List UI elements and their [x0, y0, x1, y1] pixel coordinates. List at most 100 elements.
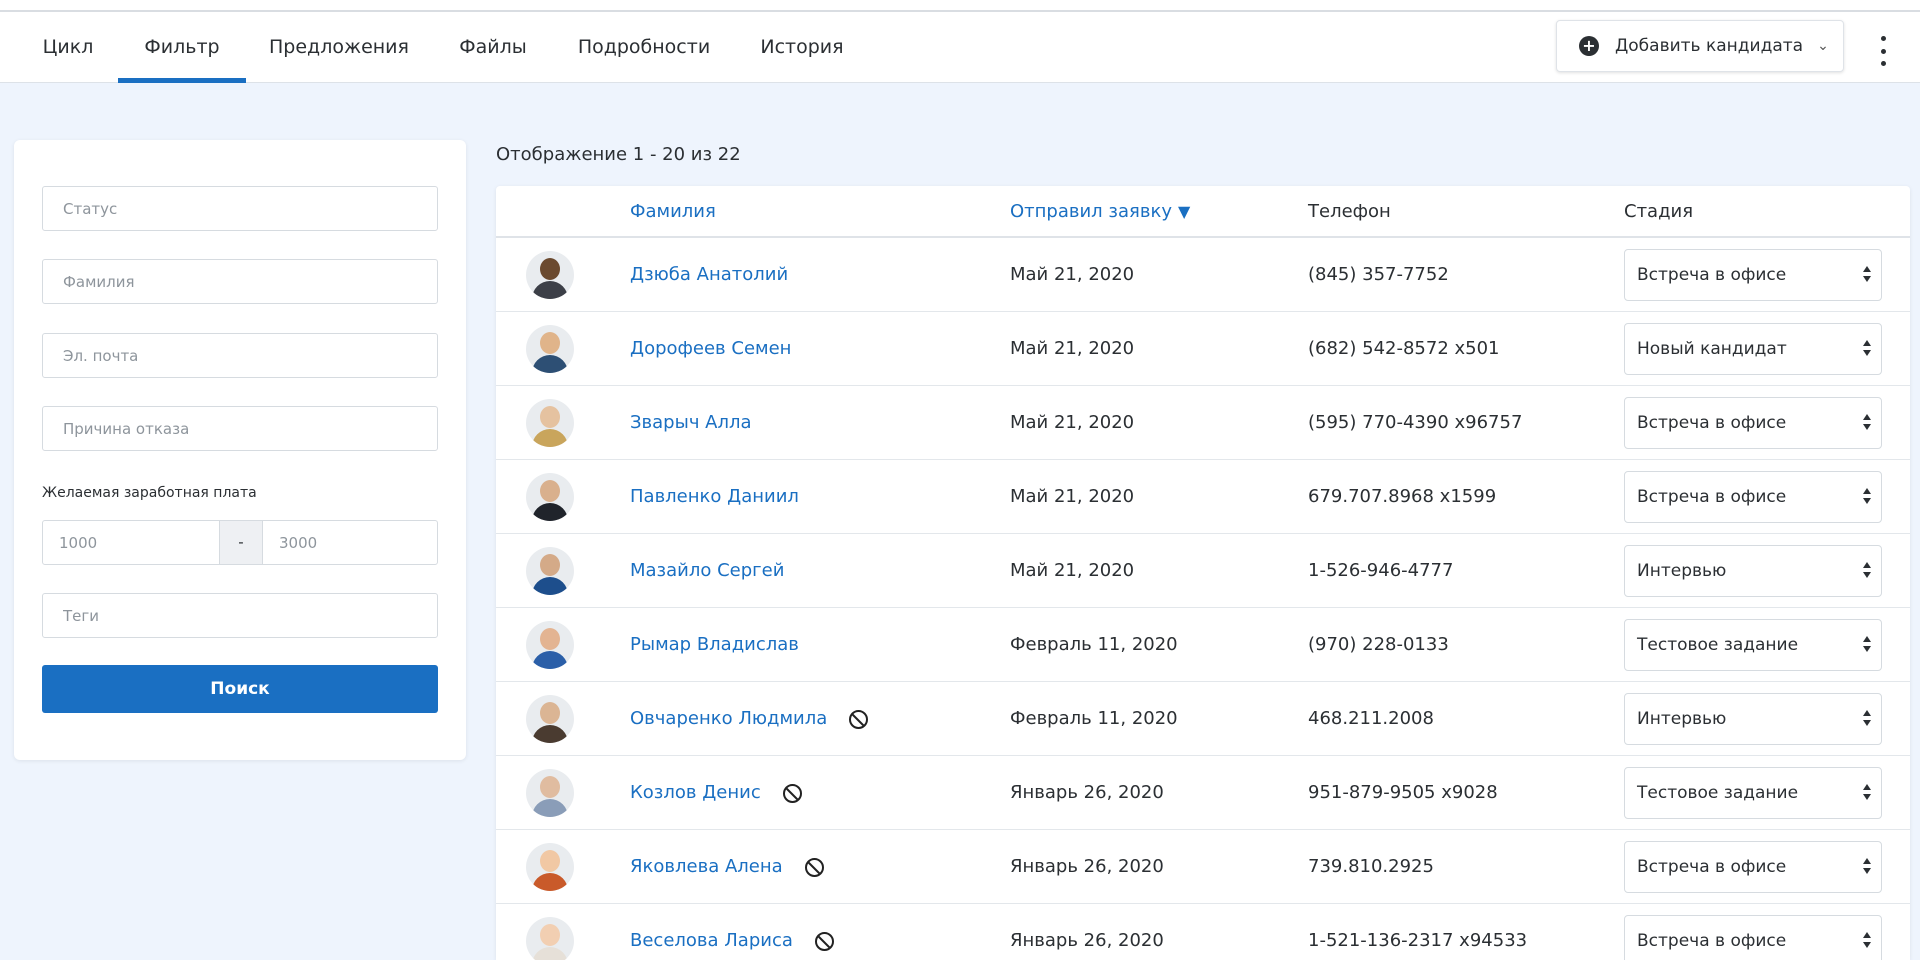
stage-select[interactable]: Встреча в офисе — [1624, 915, 1882, 960]
stage-select[interactable]: Интервью — [1624, 545, 1882, 597]
candidate-name-link[interactable]: Зварыч Алла — [630, 386, 752, 460]
column-applied[interactable]: Отправил заявку ▼ — [1010, 186, 1190, 238]
stage-value: Новый кандидат — [1637, 339, 1787, 359]
applied-date: Январь 26, 2020 — [1010, 930, 1164, 951]
applied-date: Февраль 11, 2020 — [1010, 708, 1178, 729]
phone-number: 739.810.2925 — [1308, 856, 1434, 877]
stage-select[interactable]: Интервью — [1624, 693, 1882, 745]
select-arrows-icon — [1863, 560, 1871, 582]
tab-filter[interactable]: Фильтр — [118, 12, 246, 83]
email-field[interactable] — [42, 333, 438, 378]
stage-select[interactable]: Тестовое задание — [1624, 619, 1882, 671]
applied-date: Май 21, 2020 — [1010, 264, 1135, 285]
table-row[interactable]: Дзюба Анатолий Май 21, 2020 (845) 357-7752… — [496, 238, 1910, 312]
tab-cycle[interactable]: Цикл — [30, 12, 106, 83]
phone-number: 951-879-9505 x9028 — [1308, 782, 1498, 803]
salary-label: Желаемая заработная плата — [42, 485, 257, 501]
table-row[interactable]: Рымар Владислав Февраль 11, 2020 (970) 228… — [496, 608, 1910, 682]
stage-value: Интервью — [1637, 561, 1727, 581]
tab-details[interactable]: Подробности — [572, 12, 716, 83]
search-button[interactable]: Поиск — [42, 665, 438, 713]
applied-date: Январь 26, 2020 — [1010, 782, 1164, 803]
tags-field[interactable] — [42, 593, 438, 638]
avatar[interactable] — [526, 695, 574, 743]
stage-select[interactable]: Встреча в офисе — [1624, 471, 1882, 523]
salary-min-field[interactable] — [42, 520, 220, 565]
plus-circle-icon: + — [1579, 36, 1599, 56]
salary-max-field[interactable] — [262, 520, 438, 565]
filter-panel: Желаемая заработная плата - Поиск — [14, 140, 466, 760]
candidate-name-link[interactable]: Козлов Денис — [630, 756, 761, 830]
avatar[interactable] — [526, 843, 574, 891]
candidate-name-link[interactable]: Веселова Лариса — [630, 904, 793, 960]
select-arrows-icon — [1863, 634, 1871, 656]
column-stage: Стадия — [1624, 201, 1694, 222]
stage-value: Встреча в офисе — [1637, 931, 1787, 951]
candidate-name-link[interactable]: Павленко Даниил — [630, 460, 799, 534]
table-header: Фамилия Отправил заявку ▼ Телефон Стадия — [496, 186, 1910, 238]
phone-number: 679.707.8968 x1599 — [1308, 486, 1497, 507]
avatar[interactable] — [526, 473, 574, 521]
avatar[interactable] — [526, 547, 574, 595]
candidate-name-link[interactable]: Яковлева Алена — [630, 830, 783, 904]
table-row[interactable]: Козлов Денис Январь 26, 2020 951-879-9505 … — [496, 756, 1910, 830]
applied-date: Январь 26, 2020 — [1010, 856, 1164, 877]
phone-number: (682) 542-8572 x501 — [1308, 338, 1500, 359]
stage-value: Тестовое задание — [1637, 635, 1799, 655]
table-row[interactable]: Овчаренко Людмила Февраль 11, 2020 468.211… — [496, 682, 1910, 756]
avatar[interactable] — [526, 917, 574, 960]
sort-desc-icon: ▼ — [1177, 202, 1191, 221]
table-row[interactable]: Зварыч Алла Май 21, 2020 (595) 770-4390 x9… — [496, 386, 1910, 460]
phone-number: 468.211.2008 — [1308, 708, 1434, 729]
phone-number: (595) 770-4390 x96757 — [1308, 412, 1523, 433]
select-arrows-icon — [1863, 338, 1871, 360]
avatar[interactable] — [526, 325, 574, 373]
top-border — [0, 0, 1920, 12]
table-row[interactable]: Дорофеев Семен Май 21, 2020 (682) 542-8572… — [496, 312, 1910, 386]
status-field[interactable] — [42, 186, 438, 231]
applied-date: Май 21, 2020 — [1010, 486, 1135, 507]
select-arrows-icon — [1863, 486, 1871, 508]
candidate-name-link[interactable]: Мазайло Сергей — [630, 534, 784, 608]
tab-files[interactable]: Файлы — [450, 12, 536, 83]
tab-offers[interactable]: Предложения — [266, 12, 412, 83]
candidate-name-link[interactable]: Дорофеев Семен — [630, 312, 791, 386]
stage-value: Встреча в офисе — [1637, 265, 1787, 285]
candidate-name-link[interactable]: Рымар Владислав — [630, 608, 799, 682]
salary-range-separator: - — [220, 520, 262, 565]
add-candidate-button[interactable]: + Добавить кандидата ⌄ — [1556, 20, 1844, 72]
blocked-icon — [783, 784, 802, 803]
stage-value: Встреча в офисе — [1637, 857, 1787, 877]
stage-select[interactable]: Встреча в офисе — [1624, 249, 1882, 301]
results-count: Отображение 1 - 20 из 22 — [496, 144, 741, 165]
stage-select[interactable]: Новый кандидат — [1624, 323, 1882, 375]
tab-history[interactable]: История — [752, 12, 852, 83]
stage-select[interactable]: Тестовое задание — [1624, 767, 1882, 819]
stage-select[interactable]: Встреча в офисе — [1624, 397, 1882, 449]
select-arrows-icon — [1863, 856, 1871, 878]
rejection-reason-field[interactable] — [42, 406, 438, 451]
select-arrows-icon — [1863, 708, 1871, 730]
phone-number: (970) 228-0133 — [1308, 634, 1449, 655]
table-row[interactable]: Веселова Лариса Январь 26, 2020 1-521-136-… — [496, 904, 1910, 960]
column-surname[interactable]: Фамилия — [630, 186, 716, 238]
stage-value: Интервью — [1637, 709, 1727, 729]
more-options-icon[interactable] — [1872, 36, 1894, 66]
top-navbar: Цикл Фильтр Предложения Файлы Подробност… — [0, 12, 1920, 83]
applied-date: Май 21, 2020 — [1010, 338, 1135, 359]
phone-number: 1-526-946-4777 — [1308, 560, 1454, 581]
stage-select[interactable]: Встреча в офисе — [1624, 841, 1882, 893]
avatar[interactable] — [526, 769, 574, 817]
surname-field[interactable] — [42, 259, 438, 304]
avatar[interactable] — [526, 399, 574, 447]
candidate-name-link[interactable]: Овчаренко Людмила — [630, 682, 827, 756]
column-phone: Телефон — [1308, 201, 1391, 222]
column-applied-label: Отправил заявку — [1010, 201, 1172, 222]
avatar[interactable] — [526, 251, 574, 299]
chevron-down-icon: ⌄ — [1817, 38, 1829, 54]
avatar[interactable] — [526, 621, 574, 669]
candidate-name-link[interactable]: Дзюба Анатолий — [630, 238, 788, 312]
table-row[interactable]: Мазайло Сергей Май 21, 2020 1-526-946-4777… — [496, 534, 1910, 608]
table-row[interactable]: Яковлева Алена Январь 26, 2020 739.810.292… — [496, 830, 1910, 904]
table-row[interactable]: Павленко Даниил Май 21, 2020 679.707.8968 … — [496, 460, 1910, 534]
